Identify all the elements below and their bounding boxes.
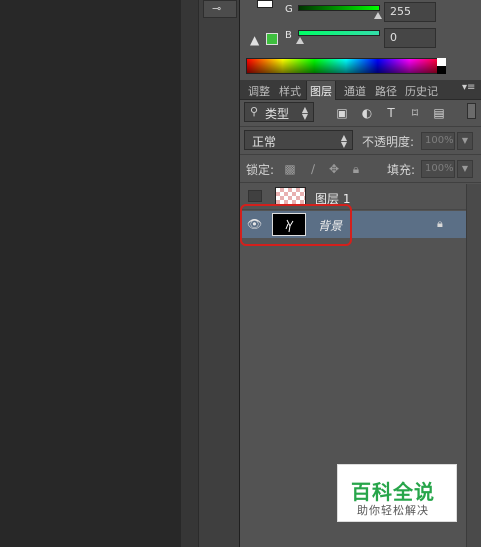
warning-triangle-icon: ▲ bbox=[250, 33, 260, 47]
g-channel-slider[interactable] bbox=[298, 5, 380, 11]
lock-paint-icon[interactable]: ∕ bbox=[305, 162, 321, 176]
lock-all-icon[interactable]: 🔒︎ bbox=[348, 162, 364, 176]
color-spectrum-ramp[interactable] bbox=[246, 58, 446, 74]
foreground-color-swatch[interactable] bbox=[257, 0, 273, 8]
tab-styles[interactable]: 样式 bbox=[276, 81, 304, 100]
type-filter-icon[interactable]: T bbox=[383, 106, 399, 120]
watermark-title: 百科全说 bbox=[351, 480, 435, 504]
tab-history[interactable]: 历史记 bbox=[402, 81, 441, 100]
divider bbox=[240, 126, 481, 127]
opacity-label: 不透明度: bbox=[362, 135, 415, 149]
b-channel-label: B bbox=[285, 30, 292, 41]
adjustment-filter-icon[interactable]: ◐ bbox=[359, 106, 375, 120]
g-channel-label: G bbox=[285, 4, 293, 15]
opacity-field[interactable]: 100% bbox=[421, 132, 455, 150]
search-icon: ⚲ bbox=[250, 105, 259, 118]
g-slider-handle[interactable] bbox=[374, 12, 382, 19]
filter-toggle-switch[interactable] bbox=[467, 103, 476, 119]
chevron-updown-icon: ▲ ▼ bbox=[340, 133, 347, 149]
b-slider-handle[interactable] bbox=[296, 37, 304, 44]
tab-channels[interactable]: 通道 bbox=[341, 81, 369, 100]
divider bbox=[240, 182, 481, 183]
gamut-color-swatch[interactable] bbox=[266, 33, 278, 45]
image-filter-icon[interactable]: ▣ bbox=[334, 106, 350, 120]
lock-transparent-icon[interactable]: ▩ bbox=[282, 162, 298, 176]
shape-filter-icon[interactable]: ⌑ bbox=[407, 106, 423, 120]
g-value-field[interactable]: 255 bbox=[384, 2, 436, 22]
blend-mode-dropdown[interactable]: 正常 ▲ ▼ bbox=[244, 130, 353, 150]
visibility-toggle-empty[interactable] bbox=[248, 190, 262, 202]
chevron-updown-icon: ▲ ▼ bbox=[301, 105, 308, 121]
b-channel-slider[interactable] bbox=[298, 30, 380, 36]
tab-layers[interactable]: 图层 bbox=[306, 81, 336, 100]
smart-object-filter-icon[interactable]: ▤ bbox=[431, 106, 447, 120]
filter-type-label: 类型 bbox=[265, 107, 290, 121]
fill-field[interactable]: 100% bbox=[421, 160, 455, 178]
spectrum-white-swatch[interactable] bbox=[437, 58, 446, 66]
lock-move-icon[interactable]: ✥ bbox=[326, 162, 342, 176]
opacity-dropdown-arrow[interactable]: ▼ bbox=[457, 132, 473, 150]
dock-separator bbox=[181, 0, 199, 547]
fill-dropdown-arrow[interactable]: ▼ bbox=[457, 160, 473, 178]
divider bbox=[240, 154, 481, 155]
collapsed-panel-button[interactable]: ⊸ bbox=[203, 0, 237, 18]
spectrum-black-swatch[interactable] bbox=[437, 66, 446, 74]
annotation-highlight-box bbox=[240, 204, 352, 246]
tab-paths[interactable]: 路径 bbox=[372, 81, 400, 100]
fill-label: 填充: bbox=[387, 163, 416, 177]
watermark-subtitle: 助你轻松解决 bbox=[357, 504, 429, 517]
filter-type-dropdown[interactable]: ⚲ 类型 ▲ ▼ bbox=[244, 102, 314, 122]
blend-mode-value: 正常 bbox=[252, 135, 277, 149]
layer-lock-icon: 🔒︎ bbox=[437, 217, 443, 230]
b-value-field[interactable]: 0 bbox=[384, 28, 436, 48]
tab-adjustments[interactable]: 调整 bbox=[245, 81, 273, 100]
layers-scrollbar[interactable] bbox=[466, 184, 481, 547]
lock-label: 锁定: bbox=[246, 163, 275, 177]
brush-tool-icon: ⊸ bbox=[212, 2, 222, 15]
document-canvas-area bbox=[0, 0, 181, 547]
panel-menu-icon[interactable]: ▾≡ bbox=[462, 82, 475, 93]
